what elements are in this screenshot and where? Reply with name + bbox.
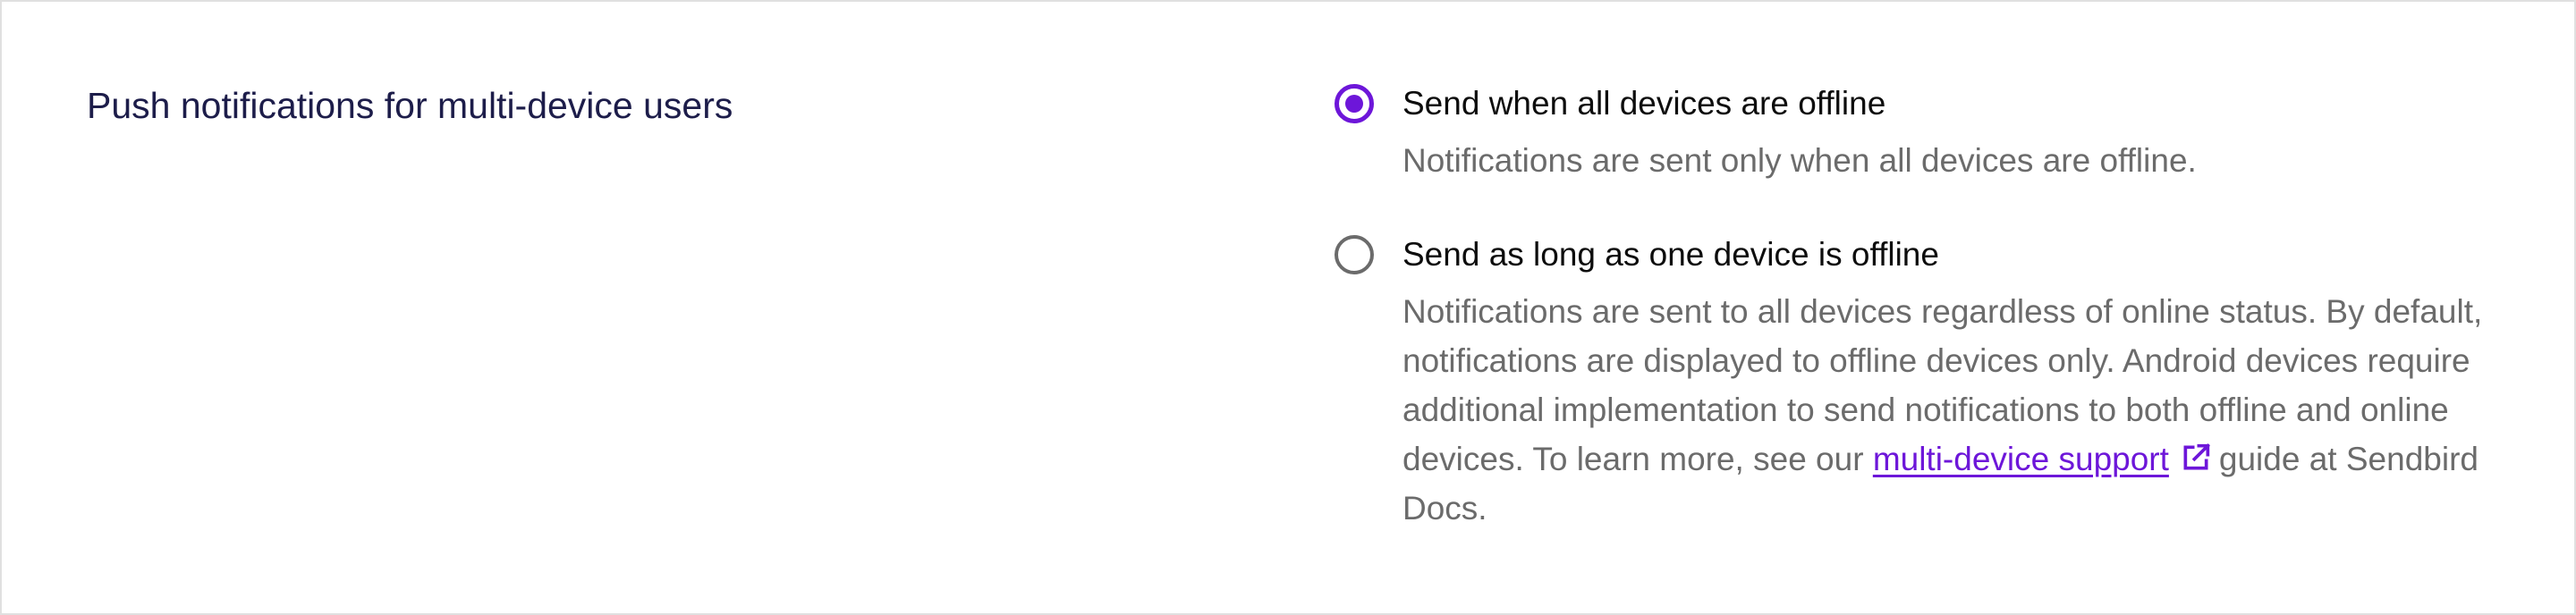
option-all-offline-label[interactable]: Send when all devices are offline xyxy=(1402,79,2515,129)
radio-group: Send when all devices are offline Notifi… xyxy=(1335,79,2515,533)
settings-panel: Push notifications for multi-device user… xyxy=(0,0,2576,615)
section-title: Push notifications for multi-device user… xyxy=(87,85,733,126)
external-link-icon[interactable] xyxy=(2178,440,2214,476)
multi-device-support-link[interactable]: multi-device support xyxy=(1873,441,2169,477)
option-all-offline: Send when all devices are offline Notifi… xyxy=(1335,79,2515,185)
option-all-offline-description: Notifications are sent only when all dev… xyxy=(1402,142,2197,179)
radio-selected-dot xyxy=(1345,95,1363,113)
radio-all-offline[interactable] xyxy=(1335,84,1374,123)
option-one-offline-label[interactable]: Send as long as one device is offline xyxy=(1402,230,2515,280)
option-one-offline-description: Notifications are sent to all devices re… xyxy=(1402,287,2515,533)
option-one-offline: Send as long as one device is offline No… xyxy=(1335,230,2515,533)
radio-one-offline[interactable] xyxy=(1335,235,1374,274)
